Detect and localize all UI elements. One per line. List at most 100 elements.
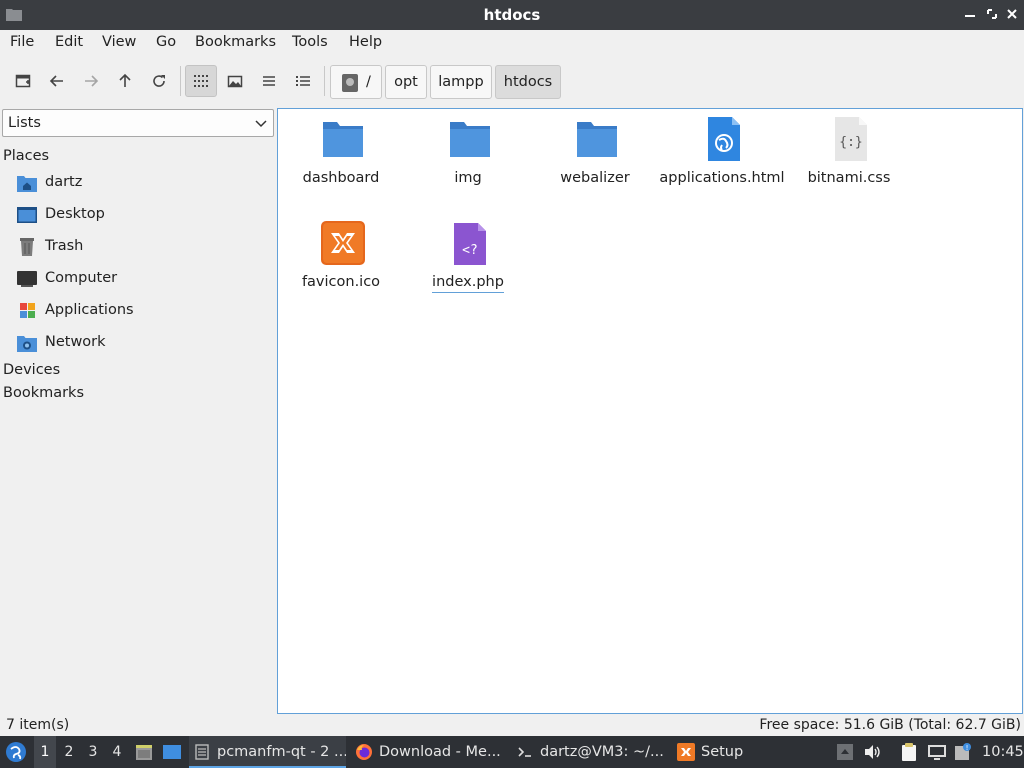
file-manager-launcher-icon[interactable] (134, 742, 154, 762)
workspace-4[interactable]: 4 (106, 736, 128, 768)
place-trash-label: Trash (45, 238, 84, 254)
file-name: bitnami.css (807, 170, 891, 186)
task-terminal[interactable]: dartz@VM3: ~/... (512, 736, 667, 768)
back-button[interactable] (41, 65, 73, 97)
desktop-icon (17, 207, 37, 223)
volume-icon[interactable] (862, 742, 882, 762)
bookmarks-header[interactable]: Bookmarks (3, 385, 84, 401)
status-bar: 7 item(s) Free space: 51.6 GiB (Total: 6… (0, 714, 1024, 736)
xampp-icon (677, 743, 695, 761)
new-tab-button[interactable] (7, 65, 39, 97)
file-name: webalizer (560, 170, 630, 186)
place-trash[interactable]: Trash (0, 232, 274, 262)
drive-icon (342, 74, 358, 92)
devices-header[interactable]: Devices (3, 362, 60, 378)
breadcrumb-lampp[interactable]: lampp (430, 65, 492, 99)
icon-view-icon (194, 75, 208, 87)
file-view[interactable]: dashboard img webalizer applications.htm… (277, 108, 1023, 714)
terminal-icon (518, 747, 531, 757)
task-firefox-label: Download - Me... (379, 744, 501, 760)
thumbnail-view-icon (227, 75, 243, 88)
file-name: applications.html (659, 170, 785, 186)
place-network-label: Network (45, 334, 106, 350)
icon-view-button[interactable] (185, 65, 217, 97)
task-setup[interactable]: Setup (673, 736, 773, 768)
workspace-3[interactable]: 3 (82, 736, 104, 768)
thumbnail-view-button[interactable] (219, 65, 251, 97)
xampp-icon (321, 221, 365, 265)
toolbar-separator (324, 66, 325, 96)
svg-text:{:}: {:} (839, 135, 862, 150)
place-applications[interactable]: Applications (0, 296, 274, 326)
folder-icon (323, 122, 363, 157)
file-name: img (454, 170, 482, 186)
computer-icon (17, 271, 37, 287)
item-count: 7 item(s) (6, 717, 70, 733)
php-file-icon: <? (454, 223, 486, 265)
menu-view[interactable]: View (102, 34, 136, 50)
update-notifier-icon[interactable]: ! (953, 742, 973, 762)
clipboard-icon[interactable] (899, 742, 919, 762)
network-status-icon[interactable] (927, 742, 947, 762)
free-space: Free space: 51.6 GiB (Total: 62.7 GiB) (759, 717, 1021, 733)
maximize-icon[interactable] (984, 6, 1000, 22)
detailed-list-view-button[interactable] (287, 65, 319, 97)
side-panel-mode-select[interactable]: Lists (2, 109, 274, 137)
breadcrumb-root[interactable]: / (330, 65, 382, 99)
svg-text:!: ! (966, 744, 969, 752)
back-icon (49, 75, 63, 87)
firefox-icon (356, 744, 372, 760)
task-pcmanfm-label: pcmanfm-qt - 2 ... (217, 744, 346, 760)
breadcrumb-opt[interactable]: opt (385, 65, 427, 99)
place-desktop[interactable]: Desktop (0, 200, 274, 230)
tray-up-arrow-icon[interactable] (835, 742, 855, 762)
clock[interactable]: 10:45 (982, 736, 1024, 768)
start-menu-icon[interactable] (5, 741, 27, 763)
forward-icon (85, 75, 99, 87)
trash-icon (20, 238, 34, 256)
workspace-1[interactable]: 1 (34, 736, 56, 768)
applications-icon (20, 303, 35, 318)
file-name: favicon.ico (301, 274, 381, 290)
menu-go[interactable]: Go (156, 34, 176, 50)
task-firefox[interactable]: Download - Me... (351, 736, 506, 768)
file-manager-icon (195, 744, 209, 760)
file-name: dashboard (302, 170, 380, 186)
places-header[interactable]: Places (3, 148, 49, 164)
folder-icon (577, 122, 617, 157)
up-button[interactable] (109, 65, 141, 97)
folder-icon (450, 122, 490, 157)
place-computer-label: Computer (45, 270, 118, 286)
home-folder-icon (17, 176, 37, 192)
minimize-icon[interactable] (962, 6, 978, 22)
side-panel: Lists Places dartz Desktop Trash Compute… (0, 106, 274, 714)
menu-help[interactable]: Help (349, 34, 382, 50)
toolbar-separator (180, 66, 181, 96)
menu-bookmarks[interactable]: Bookmarks (195, 34, 276, 50)
reload-icon (153, 75, 165, 87)
place-dartz-label: dartz (45, 174, 83, 190)
breadcrumb-htdocs[interactable]: htdocs (495, 65, 561, 99)
place-dartz[interactable]: dartz (0, 168, 274, 198)
html-file-icon (708, 117, 740, 161)
breadcrumb-root-label: / (366, 74, 371, 90)
menu-file[interactable]: File (10, 34, 34, 50)
place-applications-label: Applications (45, 302, 134, 318)
menu-edit[interactable]: Edit (55, 34, 83, 50)
detailed-list-view-icon (296, 76, 310, 86)
new-tab-icon (15, 74, 31, 88)
toolbar: / opt lampp htdocs (0, 56, 1024, 106)
menu-bar: File Edit View Go Bookmarks Tools Help (0, 30, 1024, 56)
menu-tools[interactable]: Tools (292, 34, 328, 50)
place-computer[interactable]: Computer (0, 264, 274, 294)
side-panel-mode-label: Lists (8, 115, 41, 131)
task-pcmanfm[interactable]: pcmanfm-qt - 2 ... (189, 736, 346, 768)
compact-view-button[interactable] (253, 65, 285, 97)
show-desktop-icon[interactable] (162, 742, 182, 762)
forward-button[interactable] (75, 65, 107, 97)
place-network[interactable]: Network (0, 328, 274, 358)
workspace-2[interactable]: 2 (58, 736, 80, 768)
taskbar: 1 2 3 4 pcmanfm-qt - 2 ... Download - Me… (0, 736, 1024, 768)
close-icon[interactable] (1004, 6, 1020, 22)
reload-button[interactable] (143, 65, 175, 97)
